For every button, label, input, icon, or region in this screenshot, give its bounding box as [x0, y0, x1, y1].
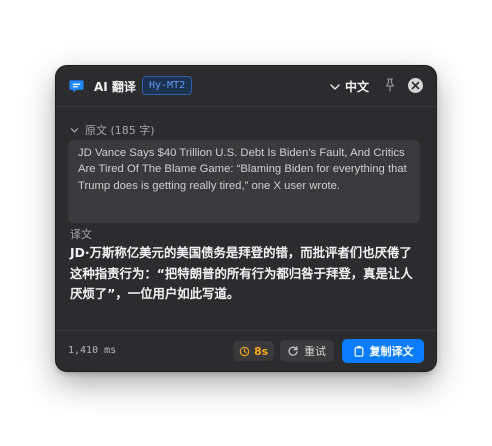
- target-language-label: 中文: [345, 79, 370, 94]
- pin-icon[interactable]: [382, 77, 398, 93]
- refresh-icon: [287, 342, 304, 361]
- translation-label: 译文: [70, 228, 92, 241]
- clock-icon: [239, 342, 254, 361]
- timer-text: 8s: [254, 344, 269, 358]
- title-bar: AI 翻译 Hy-MT2 中文: [56, 66, 436, 107]
- model-badge: Hy-MT2: [142, 76, 193, 95]
- retry-label: 重试: [304, 345, 326, 358]
- copy-icon: [353, 342, 370, 361]
- copy-translation-button[interactable]: 复制译文: [342, 339, 424, 363]
- retry-button[interactable]: 重试: [280, 340, 334, 362]
- source-label: 原文 (185 字): [85, 123, 155, 137]
- chevron-down-icon: [330, 77, 345, 96]
- copy-label: 复制译文: [369, 345, 414, 358]
- app-title: AI 翻译: [94, 80, 136, 94]
- translation-text: JD·万斯称亿美元的美国债务是拜登的错，而批评者们也厌倦了这种指责行为：“把特朗…: [70, 245, 413, 301]
- target-language-select[interactable]: 中文: [330, 77, 369, 95]
- footer-bar: 1,410 ms 8s 重试 复制译文: [56, 330, 436, 371]
- translator-window: AI 翻译 Hy-MT2 中文 原文 (185 字) JD Vance Says…: [56, 66, 436, 371]
- close-icon[interactable]: [408, 78, 423, 93]
- timer-badge: 8s: [233, 341, 275, 361]
- source-text: JD Vance Says $40 Trillion U.S. Debt Is …: [68, 140, 420, 223]
- chat-bubble-icon: [69, 78, 84, 93]
- source-toggle[interactable]: 原文 (185 字): [70, 120, 155, 139]
- latency-readout: 1,410 ms: [68, 345, 117, 356]
- chevron-down-icon: [70, 120, 85, 139]
